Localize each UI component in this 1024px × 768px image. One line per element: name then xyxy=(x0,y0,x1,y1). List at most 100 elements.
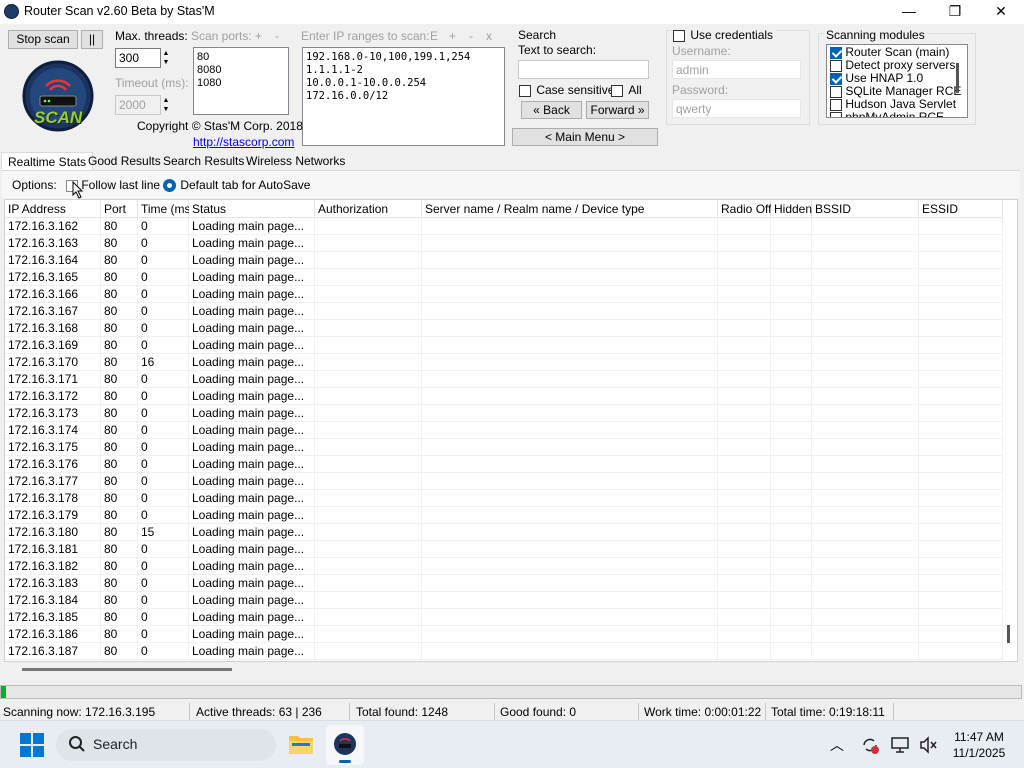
table-row[interactable]: 172.16.3.177 80 0 Loading main page... xyxy=(5,473,1005,490)
table-row[interactable]: 172.16.3.166 80 0 Loading main page... xyxy=(5,286,1005,303)
table-cell xyxy=(919,286,1003,303)
volume-muted-icon[interactable] xyxy=(918,735,938,758)
ip-clear-button[interactable]: x xyxy=(486,29,492,43)
column-header[interactable]: Radio Off xyxy=(718,200,771,218)
max-threads-stepper[interactable]: ▲ ▼ xyxy=(160,49,172,67)
table-cell xyxy=(718,286,771,303)
port-item[interactable]: 1080 xyxy=(197,77,285,90)
pause-button[interactable]: || xyxy=(81,30,103,49)
modules-list[interactable]: Router Scan (main) Detect proxy servers … xyxy=(826,44,968,118)
table-row[interactable]: 172.16.3.179 80 0 Loading main page... xyxy=(5,507,1005,524)
ip-add-button[interactable]: + xyxy=(449,29,456,43)
main-menu-button[interactable]: < Main Menu > xyxy=(512,128,658,146)
column-header[interactable]: ESSID xyxy=(919,200,1003,218)
table-row[interactable]: 172.16.3.187 80 0 Loading main page... xyxy=(5,643,1005,660)
table-row[interactable]: 172.16.3.184 80 0 Loading main page... xyxy=(5,592,1005,609)
table-row[interactable]: 172.16.3.181 80 0 Loading main page... xyxy=(5,541,1005,558)
ip-range-item[interactable]: 192.168.0-10,100,199.1,254 xyxy=(306,51,501,64)
ip-range-item[interactable]: 10.0.0.1-10.0.0.254 xyxy=(306,77,501,90)
tab-wireless-networks[interactable]: Wireless Networks xyxy=(240,152,351,170)
table-row[interactable]: 172.16.3.172 80 0 Loading main page... xyxy=(5,388,1005,405)
windows-start-icon[interactable] xyxy=(20,733,44,757)
results-table[interactable]: IP Address Port Time (ms) Status Authorizati… xyxy=(4,199,1018,662)
table-row[interactable]: 172.16.3.183 80 0 Loading main page... xyxy=(5,575,1005,592)
column-header[interactable]: BSSID xyxy=(812,200,919,218)
default-tab-autosave-radio[interactable]: Default tab for AutoSave xyxy=(163,178,310,193)
max-threads-input[interactable]: 300 xyxy=(115,48,161,68)
sync-alert-icon[interactable] xyxy=(860,735,880,758)
stop-scan-button[interactable]: Stop scan xyxy=(8,30,78,49)
chevron-up-icon[interactable]: ︿ xyxy=(830,735,844,755)
table-cell xyxy=(315,524,422,541)
case-sensitive-checkbox[interactable]: Case sensitive xyxy=(519,83,614,97)
table-cell xyxy=(315,320,422,337)
all-checkbox[interactable]: All xyxy=(611,83,642,97)
table-row[interactable]: 172.16.3.171 80 0 Loading main page... xyxy=(5,371,1005,388)
table-row[interactable]: 172.16.3.174 80 0 Loading main page... xyxy=(5,422,1005,439)
table-cell xyxy=(771,269,812,286)
table-row[interactable]: 172.16.3.185 80 0 Loading main page... xyxy=(5,609,1005,626)
timeout-input[interactable]: 2000 xyxy=(115,95,161,115)
table-row[interactable]: 172.16.3.180 80 15 Loading main page... xyxy=(5,524,1005,541)
radio-selected-icon xyxy=(163,179,176,193)
table-row[interactable]: 172.16.3.186 80 0 Loading main page... xyxy=(5,626,1005,643)
file-explorer-icon[interactable] xyxy=(288,733,314,755)
ports-remove-button[interactable]: - xyxy=(275,29,279,43)
column-header[interactable]: Server name / Realm name / Device type xyxy=(422,200,718,218)
ip-range-item[interactable]: 1.1.1.1-2 xyxy=(306,64,501,77)
maximize-button[interactable]: ❐ xyxy=(932,0,978,24)
table-cell xyxy=(422,320,718,337)
table-row[interactable]: 172.16.3.163 80 0 Loading main page... xyxy=(5,235,1005,252)
stascorp-link[interactable]: http://stascorp.com xyxy=(193,135,294,149)
column-header[interactable]: Port xyxy=(101,200,138,218)
search-input[interactable] xyxy=(518,60,649,79)
table-cell xyxy=(919,575,1003,592)
tab-search-results[interactable]: Search Results xyxy=(157,152,250,170)
column-header[interactable]: Authorization xyxy=(315,200,422,218)
table-row[interactable]: 172.16.3.182 80 0 Loading main page... xyxy=(5,558,1005,575)
ip-remove-button[interactable]: - xyxy=(469,29,473,43)
minimize-button[interactable]: — xyxy=(886,0,932,24)
table-row[interactable]: 172.16.3.167 80 0 Loading main page... xyxy=(5,303,1005,320)
close-button[interactable]: ✕ xyxy=(978,0,1024,24)
forward-button[interactable]: Forward » xyxy=(586,101,649,119)
table-row[interactable]: 172.16.3.165 80 0 Loading main page... xyxy=(5,269,1005,286)
vertical-scrollbar[interactable] xyxy=(1007,625,1010,643)
table-row[interactable]: 172.16.3.170 80 16 Loading main page... xyxy=(5,354,1005,371)
password-input[interactable]: qwerty xyxy=(672,99,801,118)
table-cell xyxy=(422,473,718,490)
horizontal-scrollbar-thumb[interactable] xyxy=(22,668,232,671)
table-row[interactable]: 172.16.3.173 80 0 Loading main page... xyxy=(5,405,1005,422)
table-row[interactable]: 172.16.3.175 80 0 Loading main page... xyxy=(5,439,1005,456)
use-credentials-checkbox[interactable]: Use credentials xyxy=(673,28,777,42)
table-cell xyxy=(718,456,771,473)
ip-ranges-list[interactable]: 192.168.0-10,100,199.1,254 1.1.1.1-2 10.… xyxy=(302,47,505,146)
table-row[interactable]: 172.16.3.168 80 0 Loading main page... xyxy=(5,320,1005,337)
table-row[interactable]: 172.16.3.164 80 0 Loading main page... xyxy=(5,252,1005,269)
router-scan-taskbar-button[interactable] xyxy=(326,725,364,765)
column-header[interactable]: Time (ms) xyxy=(138,200,195,218)
table-row[interactable]: 172.16.3.162 80 0 Loading main page... xyxy=(5,218,1005,235)
ip-range-item[interactable]: 172.16.0.0/12 xyxy=(306,90,501,103)
taskbar-search-box[interactable]: Search xyxy=(56,729,276,761)
ip-edit-button[interactable]: E xyxy=(430,29,438,43)
modules-scrollbar[interactable] xyxy=(956,63,959,93)
timeout-stepper[interactable]: ▲ ▼ xyxy=(160,96,172,114)
table-row[interactable]: 172.16.3.176 80 0 Loading main page... xyxy=(5,456,1005,473)
column-header[interactable]: Status xyxy=(189,200,315,218)
module-item[interactable]: phpMyAdmin RCE xyxy=(830,111,944,117)
table-row[interactable]: 172.16.3.169 80 0 Loading main page... xyxy=(5,337,1005,354)
port-item[interactable]: 80 xyxy=(197,51,285,64)
back-button[interactable]: « Back xyxy=(521,101,582,119)
tab-realtime-stats[interactable]: Realtime Stats xyxy=(1,152,94,170)
column-header[interactable]: IP Address xyxy=(5,200,101,218)
port-item[interactable]: 8080 xyxy=(197,64,285,77)
username-input[interactable]: admin xyxy=(672,60,801,79)
ports-list[interactable]: 80 8080 1080 xyxy=(193,47,289,115)
ports-add-button[interactable]: + xyxy=(255,29,262,43)
taskbar-clock[interactable]: 11:47 AM 11/1/2025 xyxy=(946,729,1012,761)
tab-good-results[interactable]: Good Results xyxy=(82,152,167,170)
network-icon[interactable] xyxy=(890,735,910,758)
column-header[interactable]: Hidden xyxy=(771,200,812,218)
table-row[interactable]: 172.16.3.178 80 0 Loading main page... xyxy=(5,490,1005,507)
